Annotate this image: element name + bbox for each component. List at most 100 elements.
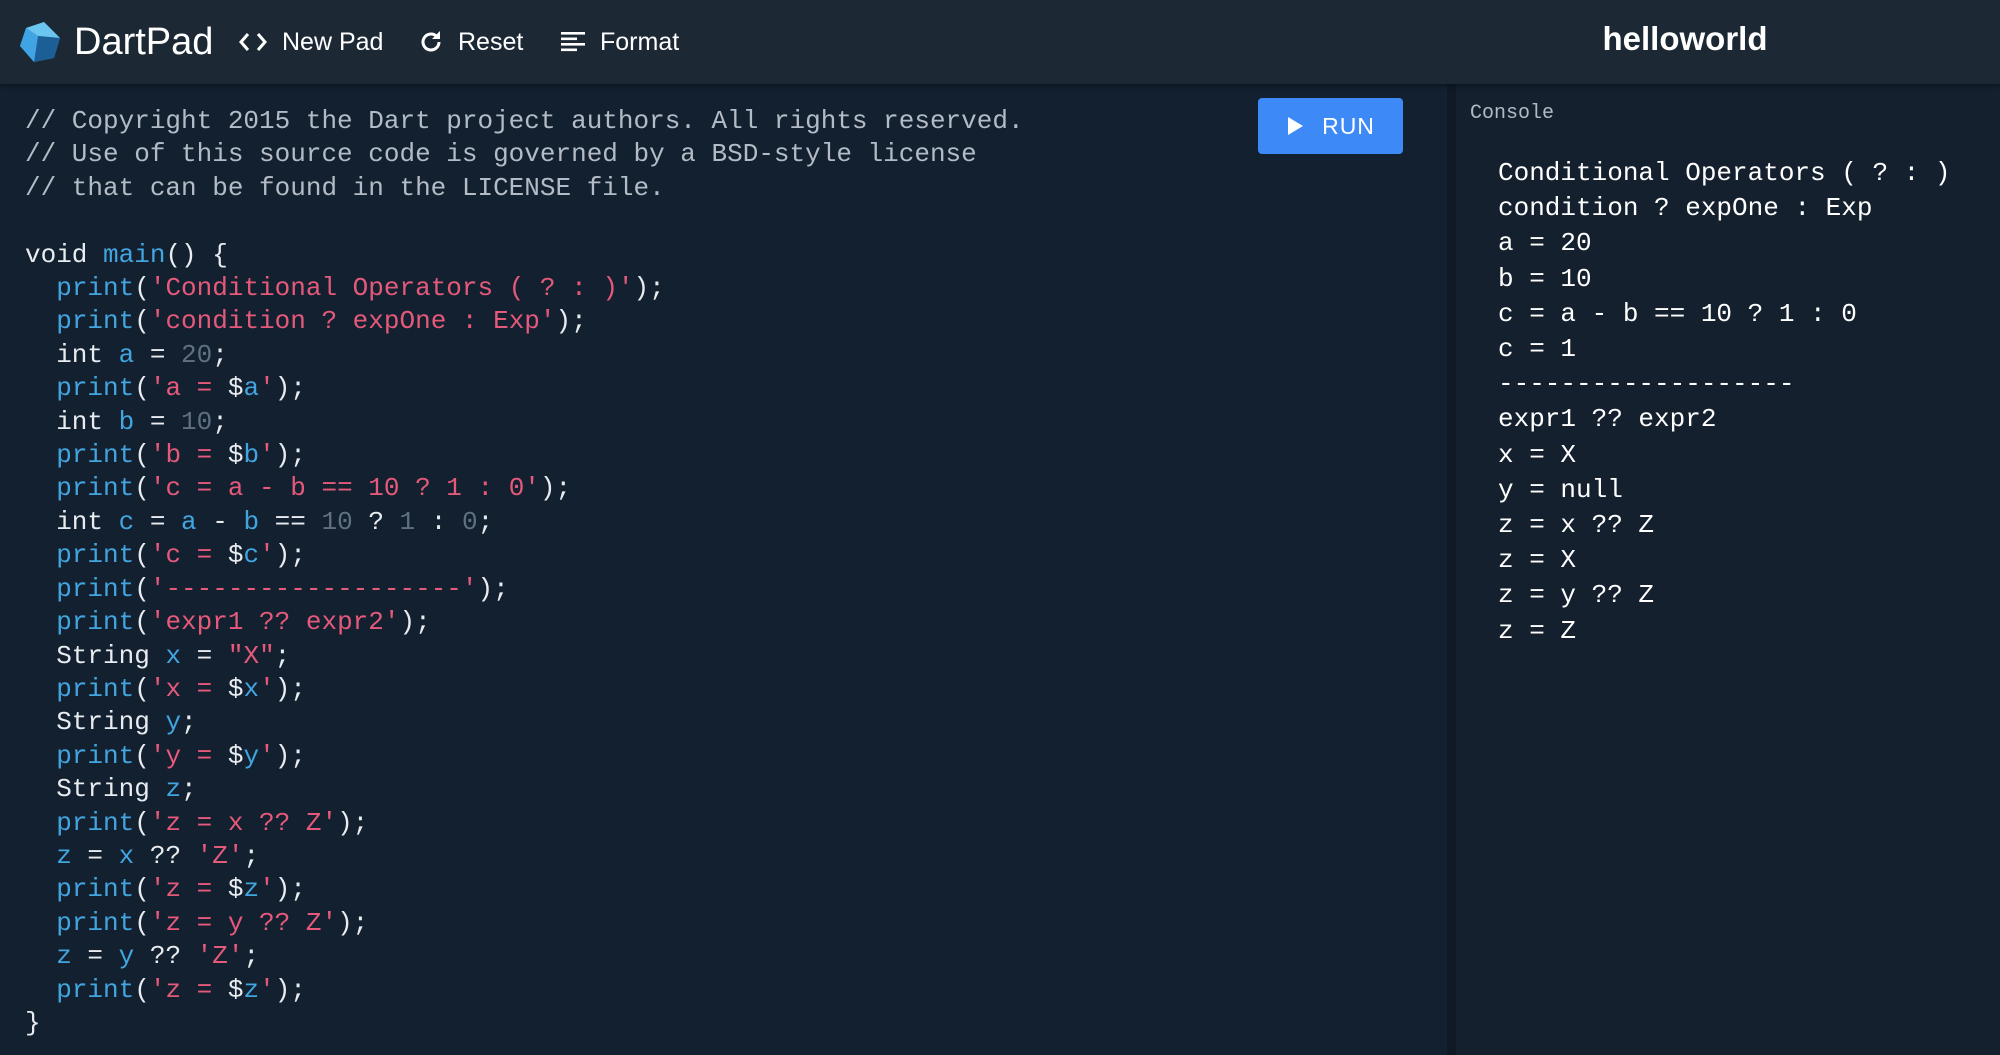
code-token: (: [134, 874, 150, 905]
code-line[interactable]: print('condition ? expOne : Exp');: [25, 305, 1024, 338]
console-line: expr1 ?? expr2: [1498, 404, 1717, 435]
code-token: );: [633, 273, 665, 304]
code-line[interactable]: String x = "X";: [25, 640, 1024, 673]
code-token: 'c =: [149, 540, 228, 571]
code-token: print: [56, 974, 135, 1005]
code-line[interactable]: int a = 20;: [25, 339, 1024, 372]
code-token: 'b =: [149, 440, 228, 471]
code-token: 'y =: [149, 740, 228, 771]
code-token: (: [134, 607, 150, 638]
code-line[interactable]: // Use of this source code is governed b…: [25, 138, 1024, 171]
console-line: condition ? expOne : Exp: [1498, 193, 1873, 224]
code-line[interactable]: // Copyright 2015 the Dart project autho…: [25, 105, 1024, 138]
code-line[interactable]: [25, 205, 1024, 238]
console-line: -------------------: [1498, 369, 1795, 400]
code-editor[interactable]: // Copyright 2015 the Dart project autho…: [0, 84, 1447, 1055]
code-line[interactable]: print('z = $z');: [25, 873, 1024, 906]
code-line[interactable]: print('c = a - b == 10 ? 1 : 0');: [25, 472, 1024, 505]
code-token: );: [274, 540, 306, 571]
refresh-icon: [421, 31, 441, 52]
console-line: b = 10: [1498, 263, 1592, 294]
reset-button[interactable]: Reset: [418, 22, 523, 62]
code-line[interactable]: print('y = $y');: [25, 740, 1024, 773]
code-token: (: [134, 306, 150, 337]
code-line[interactable]: String y;: [25, 706, 1024, 739]
code-token: y: [165, 707, 182, 738]
code-line[interactable]: // that can be found in the LICENSE file…: [25, 172, 1024, 205]
code-line[interactable]: print('c = $c');: [25, 539, 1024, 572]
console-line: y = null: [1498, 474, 1623, 505]
code-line[interactable]: String z;: [25, 773, 1024, 806]
code-token: int: [25, 406, 119, 437]
code-token: =: [181, 640, 228, 671]
code-token: z: [56, 941, 72, 972]
code-line[interactable]: int b = 10;: [25, 406, 1024, 439]
code-token: print: [56, 306, 135, 337]
code-token: ;: [243, 941, 260, 972]
code-token: =: [134, 406, 182, 437]
code-token: ;: [181, 774, 197, 805]
format-label: Format: [600, 27, 680, 56]
new-pad-button[interactable]: New Pad: [238, 22, 383, 62]
code-line[interactable]: print('z = y ?? Z');: [25, 907, 1024, 940]
console-line: z = X: [1498, 545, 1577, 576]
code-token: int: [25, 339, 119, 370]
code-token: );: [337, 807, 369, 838]
code-token: print: [56, 373, 135, 404]
code-line[interactable]: print('z = $z');: [25, 974, 1024, 1007]
code-token: ==: [259, 506, 322, 537]
code-token: ??: [134, 840, 197, 871]
code-token: (: [134, 907, 150, 938]
code-line[interactable]: }: [25, 1007, 1024, 1040]
format-button[interactable]: Format: [560, 22, 679, 62]
code-token: (: [134, 473, 150, 504]
code-token: ??: [134, 941, 197, 972]
code-text[interactable]: // Copyright 2015 the Dart project autho…: [25, 105, 1024, 1040]
code-line[interactable]: void main() {: [25, 239, 1024, 272]
code-token: ': [259, 740, 275, 771]
code-token: print: [56, 540, 135, 571]
code-line[interactable]: print('expr1 ?? expr2');: [25, 606, 1024, 639]
code-line[interactable]: print('a = $a');: [25, 372, 1024, 405]
code-line[interactable]: z = x ?? 'Z';: [25, 840, 1024, 873]
code-line[interactable]: print('z = x ?? Z');: [25, 807, 1024, 840]
code-line[interactable]: print('b = $b');: [25, 439, 1024, 472]
code-token: (: [134, 807, 150, 838]
code-token: b: [118, 406, 135, 437]
code-line[interactable]: print('-------------------');: [25, 573, 1024, 606]
panel-divider[interactable]: [1447, 84, 1456, 1055]
code-token: $: [227, 874, 244, 905]
pad-title[interactable]: helloworld: [1500, 20, 1870, 58]
code-token: (: [134, 540, 150, 571]
code-token: String: [25, 707, 166, 738]
code-token: 'expr1 ?? expr2': [149, 607, 400, 638]
code-line[interactable]: z = y ?? 'Z';: [25, 940, 1024, 973]
code-token: ;: [274, 640, 291, 671]
code-token: print: [56, 807, 135, 838]
code-line[interactable]: print('x = $x');: [25, 673, 1024, 706]
code-token: );: [274, 673, 306, 704]
code-token: (: [134, 440, 150, 471]
code-token: a: [243, 373, 260, 404]
run-button[interactable]: RUN: [1258, 98, 1403, 154]
code-line[interactable]: print('Conditional Operators ( ? : )');: [25, 272, 1024, 305]
code-token: ': [259, 440, 275, 471]
run-label: RUN: [1322, 112, 1375, 139]
code-token: 'Z': [196, 941, 244, 972]
code-line[interactable]: int c = a - b == 10 ? 1 : 0;: [25, 506, 1024, 539]
code-token: z: [56, 840, 72, 871]
code-token: () {: [165, 239, 228, 270]
code-token: x: [243, 673, 260, 704]
code-token: z: [165, 774, 182, 805]
code-token: );: [274, 373, 306, 404]
code-brackets-icon: [239, 33, 267, 51]
code-token: ;: [243, 840, 260, 871]
code-token: 1: [399, 506, 416, 537]
code-token: 10: [181, 406, 213, 437]
console-line: z = Z: [1498, 615, 1577, 646]
